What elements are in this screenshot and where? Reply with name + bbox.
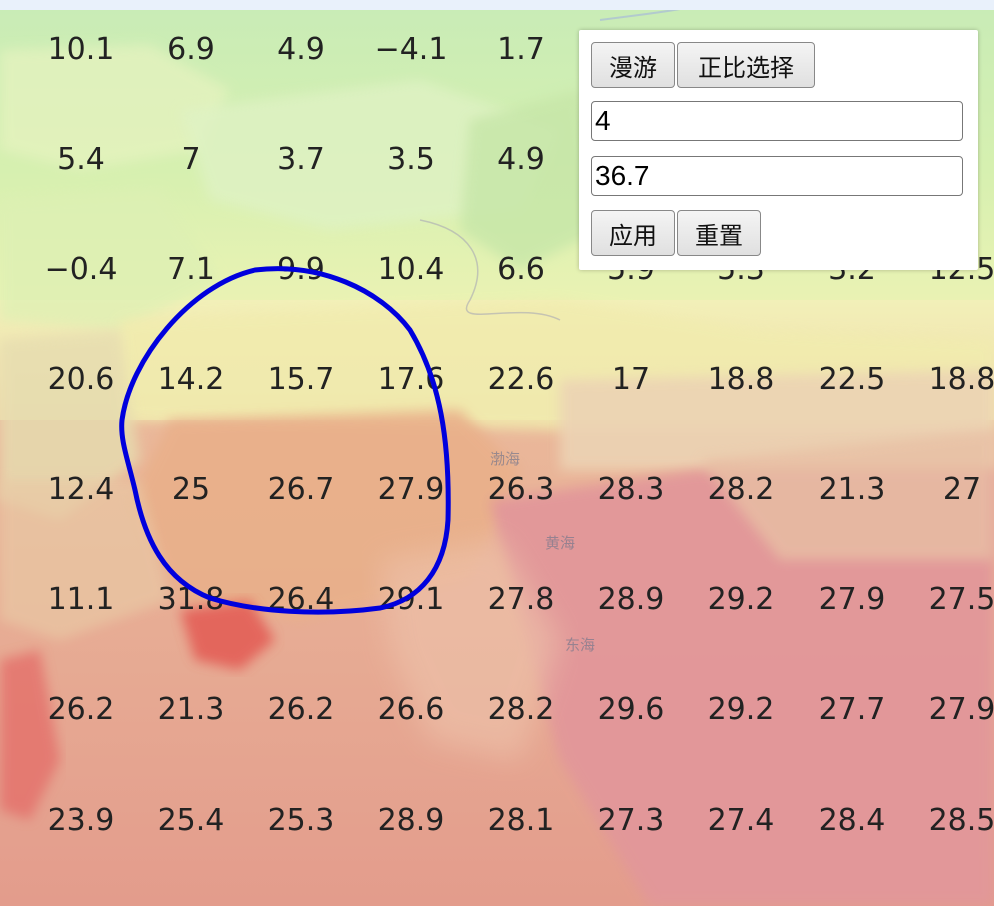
grid-value-label: 26.2 xyxy=(47,692,115,727)
apply-button[interactable]: 应用 xyxy=(591,210,675,256)
max-value-input[interactable] xyxy=(591,156,963,196)
grid-value-label: 28.2 xyxy=(487,692,555,727)
grid-value-label: 27.5 xyxy=(928,582,994,617)
reset-button[interactable]: 重置 xyxy=(677,210,761,256)
sea-label-bohai: 渤海 xyxy=(490,450,521,468)
pan-button[interactable]: 漫游 xyxy=(591,42,675,88)
grid-edge-label: 7 xyxy=(0,804,33,838)
grid-value-label: 27.9 xyxy=(818,582,886,617)
grid-value-label: 26.7 xyxy=(267,472,335,507)
grid-value-label: 28.9 xyxy=(377,803,445,838)
grid-value-label: 4.9 xyxy=(497,142,545,177)
grid-value-label: 27.4 xyxy=(707,803,775,838)
grid-value-label: −4.1 xyxy=(374,32,448,67)
grid-value-label: 26.6 xyxy=(377,692,445,727)
grid-value-label: 18.8 xyxy=(928,362,994,397)
top-strip xyxy=(0,0,994,10)
grid-value-label: 21.3 xyxy=(157,692,225,727)
grid-value-label: 23.9 xyxy=(47,803,115,838)
grid-value-label: 29.6 xyxy=(597,692,665,727)
grid-value-label: 12.4 xyxy=(47,472,115,507)
grid-value-label: 28.3 xyxy=(597,472,665,507)
grid-value-label: 17.6 xyxy=(377,362,445,397)
grid-value-label: 3.5 xyxy=(387,142,435,177)
grid-value-label: 22.6 xyxy=(487,362,555,397)
grid-value-label: 6.6 xyxy=(497,252,545,287)
grid-value-label: 28.5 xyxy=(928,803,994,838)
grid-value-label: 14.2 xyxy=(157,362,225,397)
control-panel: 漫游 正比选择 应用 重置 xyxy=(579,30,978,270)
grid-value-label: 27.3 xyxy=(597,803,665,838)
grid-value-label: 11.1 xyxy=(47,582,115,617)
grid-value-label: 20.6 xyxy=(47,362,115,397)
grid-value-label: 27.9 xyxy=(377,472,445,507)
grid-value-label: 18.8 xyxy=(707,362,775,397)
grid-edge-label: 2 xyxy=(0,143,33,177)
grid-value-label: 17 xyxy=(611,362,651,397)
grid-value-label: 27 xyxy=(942,472,982,507)
grid-value-label: 7.1 xyxy=(167,252,215,287)
grid-value-label: 1.7 xyxy=(497,32,545,67)
grid-value-label: 28.9 xyxy=(597,582,665,617)
grid-value-label: 28.1 xyxy=(487,803,555,838)
grid-value-label: 9.9 xyxy=(277,252,325,287)
grid-value-label: 26.3 xyxy=(487,472,555,507)
grid-value-label: 26.4 xyxy=(267,582,335,617)
grid-value-label: 25.4 xyxy=(157,803,225,838)
grid-edge-label: 3 xyxy=(0,693,33,727)
grid-value-label: 28.4 xyxy=(818,803,886,838)
grid-value-label: 26.2 xyxy=(267,692,335,727)
grid-value-label: 5.4 xyxy=(57,142,105,177)
sea-label-yellow-sea: 黄海 xyxy=(545,534,576,552)
grid-value-label: 10.4 xyxy=(377,252,445,287)
grid-value-label: 29.2 xyxy=(707,582,775,617)
grid-value-label: 4.9 xyxy=(277,32,325,67)
grid-value-label: 15.7 xyxy=(267,362,335,397)
grid-value-label: −0.4 xyxy=(44,252,118,287)
grid-value-label: 27.9 xyxy=(928,692,994,727)
grid-value-label: 25.3 xyxy=(267,803,335,838)
grid-value-label: 29.2 xyxy=(707,692,775,727)
grid-value-label: 25 xyxy=(171,472,211,507)
grid-value-label: 21.3 xyxy=(818,472,886,507)
grid-edge-label: 2 xyxy=(0,363,33,397)
grid-value-label: 22.5 xyxy=(818,362,886,397)
grid-value-label: 6.9 xyxy=(167,32,215,67)
grid-value-label: 31.8 xyxy=(157,582,225,617)
grid-value-label: 27.8 xyxy=(487,582,555,617)
grid-value-label: 28.2 xyxy=(707,472,775,507)
grid-value-label: 10.1 xyxy=(47,32,115,67)
grid-value-label: 7 xyxy=(181,142,201,177)
sea-label-east-china-sea: 东海 xyxy=(565,636,596,654)
grid-value-label: 29.1 xyxy=(377,582,445,617)
grid-value-label: 27.7 xyxy=(818,692,886,727)
proportional-select-button[interactable]: 正比选择 xyxy=(677,42,815,88)
grid-value-label: 3.7 xyxy=(277,142,325,177)
min-value-input[interactable] xyxy=(591,101,963,141)
